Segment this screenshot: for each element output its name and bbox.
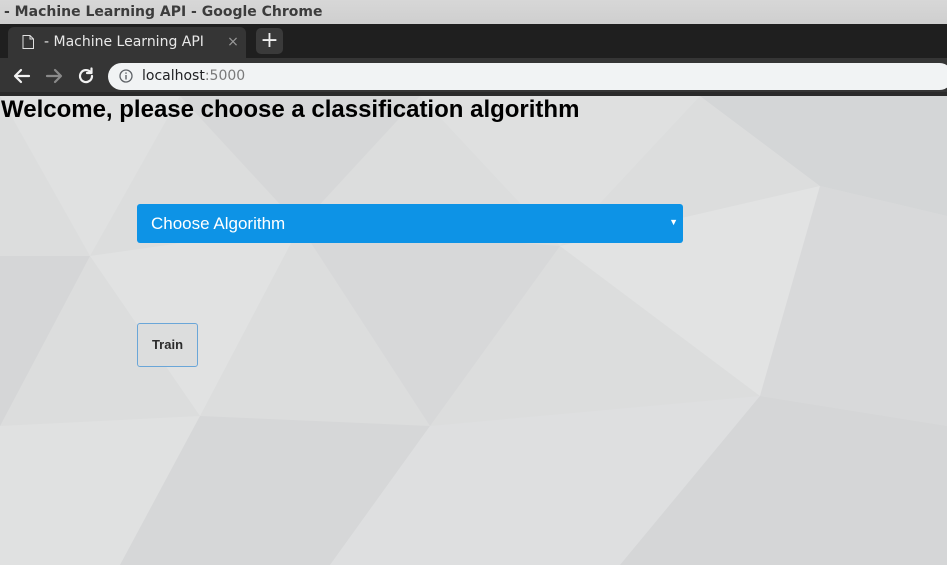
new-tab-button[interactable]: +: [256, 28, 283, 54]
address-bar[interactable]: localhost:5000: [108, 63, 947, 90]
page-title: Welcome, please choose a classification …: [1, 96, 580, 123]
algorithm-select[interactable]: Choose Algorithm ▼: [137, 204, 683, 243]
arrow-right-icon[interactable]: [44, 66, 64, 86]
url-port: :5000: [204, 68, 246, 84]
algorithm-select-value: Choose Algorithm: [151, 214, 286, 233]
url-text[interactable]: localhost:5000: [142, 63, 245, 90]
info-icon[interactable]: [119, 69, 133, 83]
arrow-left-icon[interactable]: [12, 66, 32, 86]
window-title-bar: - Machine Learning API - Google Chrome: [0, 0, 947, 24]
page-icon: [22, 35, 34, 49]
window-title: - Machine Learning API - Google Chrome: [4, 4, 323, 20]
tab-machine-learning-api[interactable]: - Machine Learning API ×: [8, 27, 246, 58]
tab-title: - Machine Learning API: [44, 34, 204, 50]
close-icon[interactable]: ×: [225, 27, 241, 58]
url-host: localhost: [142, 68, 205, 84]
reload-icon[interactable]: [76, 66, 96, 86]
tab-strip: - Machine Learning API ×: [0, 24, 947, 58]
train-button[interactable]: Train: [137, 323, 198, 367]
chevron-down-icon: ▼: [669, 217, 678, 227]
page-content: Welcome, please choose a classification …: [0, 96, 947, 565]
